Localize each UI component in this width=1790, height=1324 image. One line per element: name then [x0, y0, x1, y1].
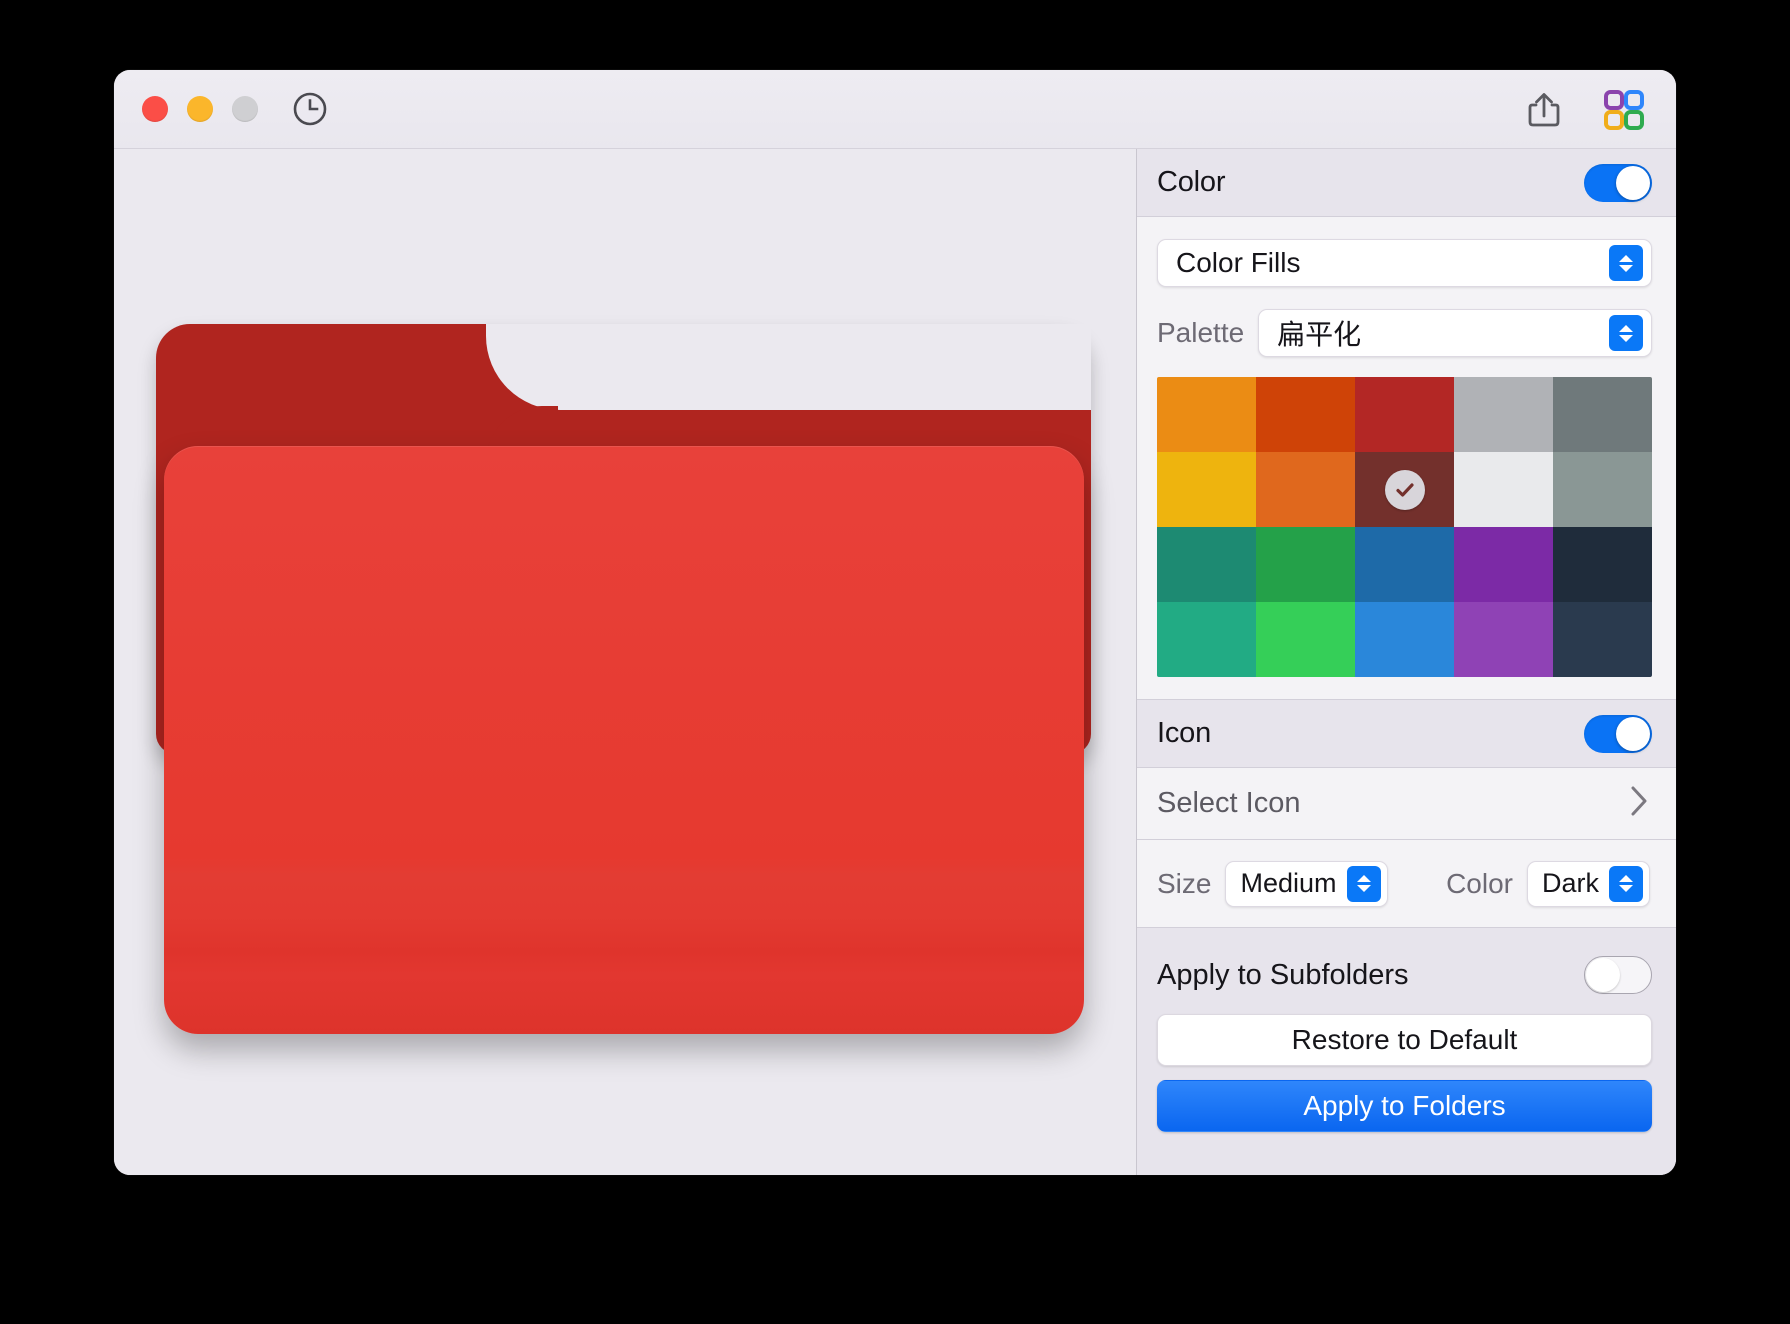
toggle-knob: [1616, 165, 1650, 200]
icon-enable-toggle[interactable]: [1584, 714, 1652, 753]
folder-color-window: Color Color Fills Palette 扁平化 Icon Selec…: [114, 70, 1676, 1175]
inspector-footer: Apply to Subfolders Restore to Default A…: [1137, 928, 1676, 1175]
color-enable-toggle[interactable]: [1584, 163, 1652, 202]
apply-subfolders-row: Apply to Subfolders: [1157, 956, 1652, 994]
palette-swatch[interactable]: [1553, 377, 1652, 452]
folder-front-panel: [164, 446, 1084, 1034]
apply-subfolders-toggle[interactable]: [1584, 956, 1652, 994]
checkmark-icon: [1384, 469, 1425, 510]
palette-row: Palette 扁平化: [1157, 309, 1652, 357]
palette-swatch-grid[interactable]: [1157, 377, 1652, 677]
icon-size-color-row: Size Medium Color Dark: [1137, 840, 1676, 928]
color-grid-icon[interactable]: [1602, 88, 1646, 132]
icon-size-dropdown[interactable]: Medium: [1225, 860, 1388, 907]
palette-swatch[interactable]: [1454, 452, 1553, 527]
chevron-updown-icon: [1609, 245, 1643, 281]
color-kind-dropdown[interactable]: Color Fills: [1157, 239, 1652, 287]
color-kind-value: Color Fills: [1176, 247, 1301, 278]
palette-swatch[interactable]: [1454, 602, 1553, 677]
palette-label: Palette: [1157, 317, 1245, 348]
color-section-title: Color: [1157, 166, 1226, 198]
select-icon-label: Select Icon: [1157, 787, 1301, 819]
palette-swatch[interactable]: [1553, 602, 1652, 677]
palette-swatch[interactable]: [1553, 452, 1652, 527]
icon-section-header: Icon: [1137, 700, 1676, 768]
palette-swatch[interactable]: [1553, 527, 1652, 602]
palette-swatch[interactable]: [1454, 527, 1553, 602]
palette-swatch[interactable]: [1256, 602, 1355, 677]
inspector-panel: Color Color Fills Palette 扁平化 Icon Selec…: [1137, 149, 1676, 1175]
palette-swatch[interactable]: [1256, 377, 1355, 452]
restore-to-default-button[interactable]: Restore to Default: [1157, 1014, 1652, 1066]
palette-swatch[interactable]: [1355, 527, 1454, 602]
palette-swatch[interactable]: [1454, 377, 1553, 452]
select-icon-row[interactable]: Select Icon: [1137, 768, 1676, 840]
clock-icon[interactable]: [290, 89, 330, 129]
close-button[interactable]: [142, 96, 168, 122]
icon-color-value: Dark: [1541, 868, 1599, 898]
palette-value: 扁平化: [1277, 319, 1362, 350]
chevron-updown-icon: [1609, 865, 1643, 902]
palette-swatch[interactable]: [1355, 377, 1454, 452]
icon-color-label: Color: [1446, 867, 1513, 899]
titlebar-actions: [1522, 70, 1646, 149]
folder-preview-graphic: [156, 324, 1091, 1034]
palette-swatch[interactable]: [1157, 377, 1256, 452]
toggle-knob: [1616, 716, 1650, 751]
desktop-backdrop: Color Color Fills Palette 扁平化 Icon Selec…: [0, 0, 1790, 1324]
palette-dropdown[interactable]: 扁平化: [1258, 309, 1652, 357]
palette-swatch[interactable]: [1157, 602, 1256, 677]
apply-subfolders-label: Apply to Subfolders: [1157, 958, 1409, 991]
palette-swatch[interactable]: [1157, 452, 1256, 527]
color-section-header: Color: [1137, 149, 1676, 217]
zoom-button[interactable]: [232, 96, 258, 122]
palette-swatch[interactable]: [1157, 527, 1256, 602]
window-body: Color Color Fills Palette 扁平化 Icon Selec…: [114, 149, 1676, 1175]
palette-swatch[interactable]: [1355, 602, 1454, 677]
palette-swatch[interactable]: [1355, 452, 1454, 527]
palette-swatch[interactable]: [1256, 452, 1355, 527]
apply-to-folders-button[interactable]: Apply to Folders: [1157, 1080, 1652, 1132]
folder-preview-pane: [114, 149, 1137, 1175]
minimize-button[interactable]: [187, 96, 213, 122]
chevron-updown-icon: [1609, 315, 1643, 351]
folder-tab-notch: [486, 324, 1091, 466]
color-section-body: Color Fills Palette 扁平化: [1137, 217, 1676, 700]
window-titlebar: [114, 70, 1676, 149]
toggle-knob: [1586, 958, 1620, 992]
share-icon[interactable]: [1522, 88, 1566, 132]
palette-swatch[interactable]: [1256, 527, 1355, 602]
icon-size-label: Size: [1157, 867, 1212, 899]
icon-section-title: Icon: [1157, 717, 1212, 749]
icon-size-value: Medium: [1240, 868, 1337, 898]
chevron-updown-icon: [1346, 865, 1381, 902]
chevron-right-icon: [1628, 784, 1650, 823]
traffic-light-group: [142, 96, 258, 122]
icon-color-dropdown[interactable]: Dark: [1526, 860, 1650, 907]
